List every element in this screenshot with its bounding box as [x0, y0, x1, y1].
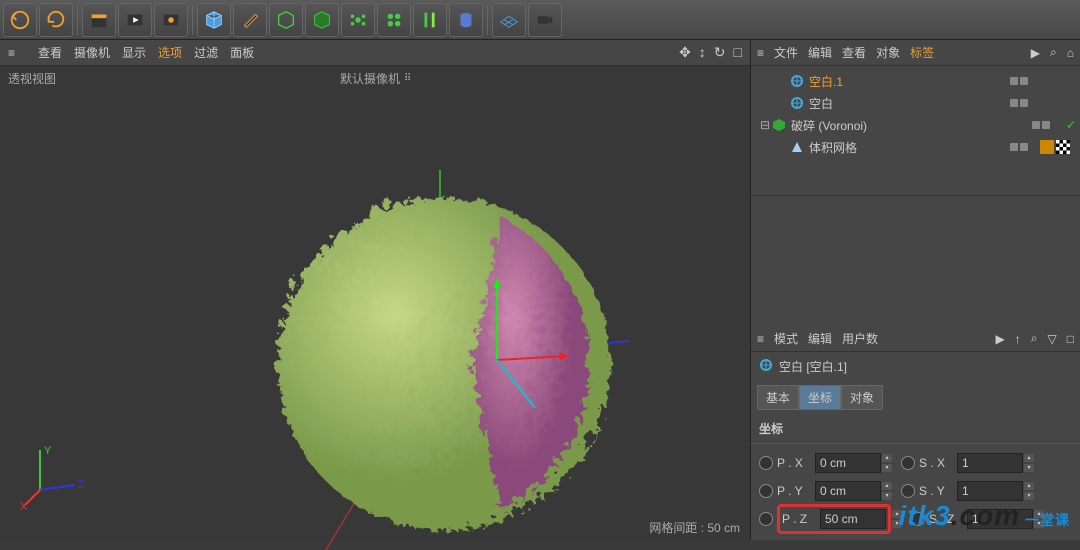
tool-cloner[interactable] [377, 3, 411, 37]
tool-clapper[interactable] [82, 3, 116, 37]
tool-pen[interactable] [233, 3, 267, 37]
object-row-fracture[interactable]: ⊟ 破碎 (Voronoi) ✓ [755, 114, 1076, 136]
input-px[interactable]: 0 cm [815, 453, 881, 473]
om-menu-tags[interactable]: 标签 [910, 44, 934, 61]
attributes-section: 坐标 [751, 414, 1080, 444]
object-row-null1[interactable]: 空白.1 [755, 70, 1076, 92]
scene-sphere [250, 170, 630, 550]
check-icon[interactable]: ✓ [1066, 118, 1076, 132]
tab-basic[interactable]: 基本 [757, 385, 799, 410]
zoom-view-icon[interactable]: ↕ [699, 44, 706, 61]
null-icon [789, 95, 805, 111]
tool-cube[interactable] [197, 3, 231, 37]
radio-icon[interactable] [901, 484, 915, 498]
om-menu-file[interactable]: 文件 [774, 44, 798, 61]
main-toolbar [0, 0, 1080, 40]
search-icon[interactable]: ⌕ [1050, 45, 1057, 60]
tool-render-settings[interactable] [154, 3, 188, 37]
search-icon[interactable]: ⌕ [1031, 331, 1038, 346]
vp-menu-display[interactable]: 显示 [122, 44, 146, 61]
attr-menu-user[interactable]: 用户数 [842, 330, 878, 347]
object-row-volume[interactable]: 体积网格 [755, 136, 1076, 158]
tool-play[interactable] [118, 3, 152, 37]
layout-icon[interactable]: □ [1067, 332, 1074, 346]
hamburger-icon[interactable]: ≡ [757, 332, 764, 346]
vp-menu-filter[interactable]: 过滤 [194, 44, 218, 61]
volume-mesh-icon [789, 139, 805, 155]
null-icon [759, 358, 773, 375]
svg-text:Z: Z [78, 479, 85, 491]
input-sx[interactable]: 1 [957, 453, 1023, 473]
vp-menu-options[interactable]: 选项 [158, 44, 182, 61]
uvw-tag[interactable] [1056, 140, 1070, 154]
arrow-right-icon[interactable]: ▶ [1031, 46, 1040, 60]
object-tree[interactable]: 空白.1 空白 ⊟ 破碎 (Voronoi) ✓ 体积网 [751, 66, 1080, 196]
arrow-right-icon[interactable]: ▶ [996, 332, 1005, 346]
attributes-title: 空白 [空白.1] [751, 352, 1080, 381]
svg-text:Y: Y [44, 445, 52, 457]
attributes-tabs: 基本 坐标 对象 [751, 381, 1080, 414]
radio-icon[interactable] [759, 512, 773, 526]
watermark: itk3.com 一堂课 [899, 500, 1071, 532]
tool-field[interactable] [341, 3, 375, 37]
viewport-footer: 网格间距 : 50 cm [649, 519, 740, 536]
coord-row-px: P . X 0 cm ▴▾ S . X 1 ▴▾ [755, 450, 1076, 476]
spinner[interactable]: ▴▾ [1023, 481, 1035, 501]
attr-menu-edit[interactable]: 编辑 [808, 330, 832, 347]
viewport[interactable]: ≡ 查看 摄像机 显示 选项 过滤 面板 ✥ ↕ ↻ □ 透视视图 默认摄像机 … [0, 40, 750, 540]
spinner[interactable]: ▴▾ [881, 453, 893, 473]
hamburger-icon[interactable]: ≡ [8, 46, 26, 60]
nav-up-icon[interactable]: ↑ [1015, 332, 1021, 346]
tool-camera[interactable] [528, 3, 562, 37]
object-row-null[interactable]: 空白 [755, 92, 1076, 114]
tool-undo[interactable] [3, 3, 37, 37]
spinner[interactable]: ▴▾ [1023, 453, 1035, 473]
material-tag[interactable] [1040, 140, 1054, 154]
vp-menu-camera[interactable]: 摄像机 [74, 44, 110, 61]
rotate-view-icon[interactable]: ↻ [714, 44, 726, 61]
tool-wirecube[interactable] [269, 3, 303, 37]
tool-generator[interactable] [305, 3, 339, 37]
layout-icon[interactable]: □ [734, 44, 742, 61]
tool-floor[interactable] [492, 3, 526, 37]
vp-menu-panel[interactable]: 面板 [230, 44, 254, 61]
input-pz[interactable]: 50 cm [820, 509, 886, 529]
svg-text:X: X [20, 501, 28, 510]
highlight-pz: P . Z 50 cm [777, 504, 891, 534]
tab-coord[interactable]: 坐标 [799, 385, 841, 410]
input-py[interactable]: 0 cm [815, 481, 881, 501]
radio-icon[interactable] [901, 456, 915, 470]
tool-deformer[interactable] [449, 3, 483, 37]
axis-gizmo[interactable]: Y Z X [20, 440, 90, 510]
radio-icon[interactable] [759, 456, 773, 470]
null-icon [789, 73, 805, 89]
expand-icon[interactable]: ⊟ [759, 118, 771, 132]
viewport-label: 透视视图 [8, 70, 56, 87]
om-menu-view[interactable]: 查看 [842, 44, 866, 61]
hamburger-icon[interactable]: ≡ [757, 46, 764, 60]
tab-object[interactable]: 对象 [841, 385, 883, 410]
home-icon[interactable]: ⌂ [1067, 46, 1074, 60]
object-manager-menubar: ≡ 文件 编辑 查看 对象 标签 ▶ ⌕ ⌂ [751, 40, 1080, 66]
move-view-icon[interactable]: ✥ [679, 44, 691, 61]
om-menu-edit[interactable]: 编辑 [808, 44, 832, 61]
tool-redo[interactable] [39, 3, 73, 37]
camera-dots-icon[interactable]: ⠿ [404, 73, 411, 84]
attr-menu-mode[interactable]: 模式 [774, 330, 798, 347]
fracture-icon [771, 117, 787, 133]
attributes-menubar: ≡ 模式 编辑 用户数 ▶ ↑ ⌕ ▽ □ [751, 326, 1080, 352]
right-panel: ≡ 文件 编辑 查看 对象 标签 ▶ ⌕ ⌂ 空白.1 空白 [750, 40, 1080, 540]
spinner[interactable]: ▴▾ [881, 481, 893, 501]
input-sy[interactable]: 1 [957, 481, 1023, 501]
tool-align[interactable] [413, 3, 447, 37]
viewport-menubar: ≡ 查看 摄像机 显示 选项 过滤 面板 ✥ ↕ ↻ □ [0, 40, 750, 66]
viewport-camera: 默认摄像机 ⠿ [340, 70, 411, 87]
filter-icon[interactable]: ▽ [1048, 332, 1057, 346]
om-menu-object[interactable]: 对象 [876, 44, 900, 61]
vp-menu-view[interactable]: 查看 [38, 44, 62, 61]
radio-icon[interactable] [759, 484, 773, 498]
